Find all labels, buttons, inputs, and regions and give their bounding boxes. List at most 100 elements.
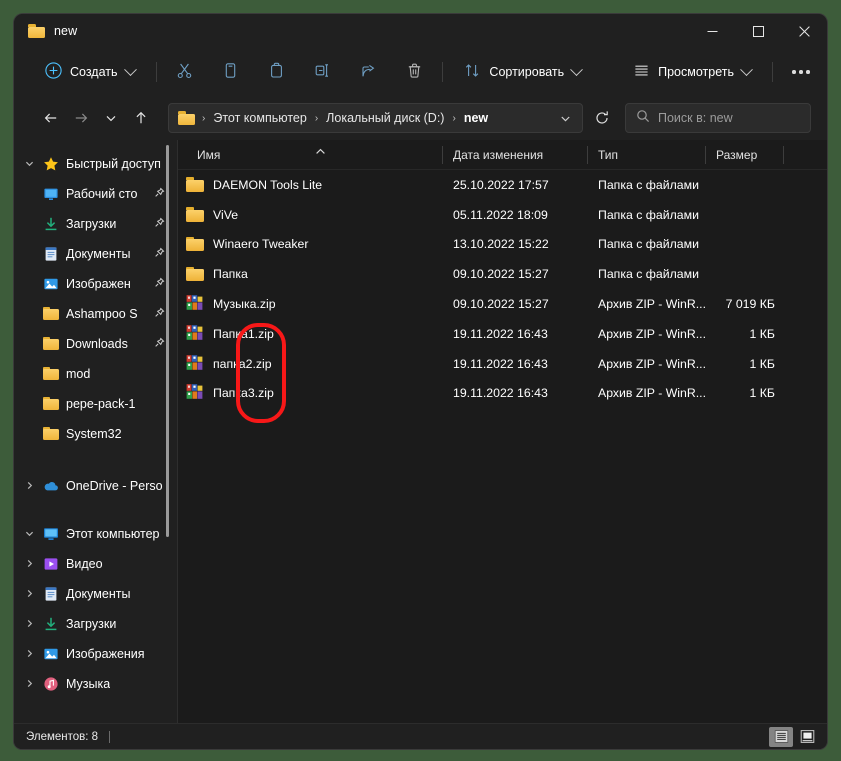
table-row[interactable]: Музыка.zip 09.10.2022 15:27 Архив ZIP - … (178, 289, 827, 319)
file-type: Архив ZIP - WinR... (588, 327, 706, 341)
breadcrumb-item-local-disk-d[interactable]: Локальный диск (D:) (321, 108, 449, 128)
sidebar-item-music[interactable]: Музыка (18, 669, 171, 698)
file-name-cell: Папка1.zip (178, 324, 443, 344)
sidebar-item-downloads-pc[interactable]: Загрузки (18, 609, 171, 638)
chevron-right-icon[interactable] (18, 588, 40, 599)
file-date: 19.11.2022 16:43 (443, 386, 588, 400)
sidebar-item-label: OneDrive - Perso (66, 479, 163, 493)
breadcrumb-dropdown-button[interactable] (552, 106, 578, 130)
sidebar-item-pepe-pack-1[interactable]: pepe-pack-1 (18, 389, 171, 418)
sidebar-item-pictures[interactable]: Изображен (18, 269, 171, 298)
table-row[interactable]: ViVe 05.11.2022 18:09 Папка с файлами (178, 200, 827, 230)
more-options-button[interactable] (785, 56, 817, 88)
pin-icon[interactable] (154, 335, 165, 353)
cut-button[interactable] (169, 56, 201, 88)
maximize-button[interactable] (735, 14, 781, 48)
window-title: new (54, 24, 77, 38)
file-list-pane[interactable]: Имя Дата изменения Тип Размер (178, 140, 827, 723)
chevron-right-icon[interactable] (18, 618, 40, 629)
sidebar-item-documents-pc[interactable]: Документы (18, 579, 171, 608)
table-row[interactable]: папка2.zip 19.11.2022 16:43 Архив ZIP - … (178, 349, 827, 379)
file-name: Музыка.zip (213, 297, 276, 311)
large-icons-view-button[interactable] (795, 727, 819, 747)
breadcrumb-bar[interactable]: › Этот компьютер › Локальный диск (D:) ›… (168, 103, 583, 133)
chevron-right-icon[interactable] (18, 480, 40, 491)
winrar-zip-icon (186, 324, 204, 344)
pin-icon[interactable] (154, 305, 165, 323)
share-button[interactable] (352, 56, 384, 88)
paste-button[interactable] (260, 56, 292, 88)
sidebar-item-ashampoo[interactable]: Ashampoo S (18, 299, 171, 328)
new-button[interactable]: Создать (36, 56, 144, 88)
breadcrumb-item-this-pc[interactable]: Этот компьютер (208, 108, 311, 128)
chevron-right-icon[interactable] (18, 678, 40, 689)
breadcrumb-item-new[interactable]: new (459, 108, 493, 128)
sort-button-label: Сортировать (489, 65, 564, 79)
file-date: 05.11.2022 18:09 (443, 208, 588, 222)
file-size: 1 КБ (706, 357, 784, 371)
search-input[interactable]: Поиск в: new (625, 103, 811, 133)
pin-icon[interactable] (154, 185, 165, 203)
folder-icon (186, 267, 204, 282)
up-button[interactable] (126, 103, 156, 133)
column-header-name[interactable]: Имя (178, 140, 443, 170)
folder-icon (43, 367, 59, 380)
sidebar-item-downloads-folder[interactable]: Downloads (18, 329, 171, 358)
column-header-spacer (784, 140, 827, 170)
table-row[interactable]: Папка3.zip 19.11.2022 16:43 Архив ZIP - … (178, 379, 827, 409)
refresh-button[interactable] (587, 103, 617, 133)
sidebar-item-mod[interactable]: mod (18, 359, 171, 388)
file-type: Папка с файлами (588, 237, 706, 251)
pin-icon[interactable] (154, 215, 165, 233)
sidebar-item-downloads[interactable]: Загрузки (18, 209, 171, 238)
navigation-pane[interactable]: Быстрый доступ Рабочий сто Загрузки (14, 140, 178, 723)
delete-button[interactable] (398, 56, 430, 88)
breadcrumb-separator: › (312, 113, 321, 124)
table-row[interactable]: Winaero Tweaker 13.10.2022 15:22 Папка с… (178, 230, 827, 260)
sidebar-item-label: Загрузки (66, 617, 116, 631)
sidebar-item-label: Видео (66, 557, 103, 571)
table-row[interactable]: Папка1.zip 19.11.2022 16:43 Архив ZIP - … (178, 319, 827, 349)
sidebar-item-desktop[interactable]: Рабочий сто (18, 179, 171, 208)
close-button[interactable] (781, 14, 827, 48)
file-name-cell: Папка (178, 267, 443, 282)
toolbar-separator (442, 62, 443, 82)
star-icon (40, 156, 62, 172)
sidebar-item-quick-access[interactable]: Быстрый доступ (18, 149, 171, 178)
copy-button[interactable] (215, 56, 247, 88)
winrar-zip-icon (186, 354, 204, 374)
sidebar-item-this-pc[interactable]: Этот компьютер (18, 519, 171, 548)
pin-icon[interactable] (154, 275, 165, 293)
view-button[interactable]: Просмотреть (624, 56, 760, 88)
file-date: 25.10.2022 17:57 (443, 178, 588, 192)
file-name-cell: Winaero Tweaker (178, 237, 443, 252)
minimize-button[interactable] (689, 14, 735, 48)
chevron-right-icon[interactable] (18, 558, 40, 569)
sidebar-item-onedrive[interactable]: OneDrive - Perso (18, 471, 171, 500)
sidebar-item-videos[interactable]: Видео (18, 549, 171, 578)
chevron-right-icon[interactable] (18, 648, 40, 659)
back-button[interactable] (36, 103, 66, 133)
sidebar-item-documents[interactable]: Документы (18, 239, 171, 268)
chevron-down-icon[interactable] (18, 528, 40, 539)
sort-button[interactable]: Сортировать (455, 56, 590, 88)
rename-button[interactable] (306, 56, 338, 88)
sidebar-item-pictures-pc[interactable]: Изображения (18, 639, 171, 668)
sidebar-item-system32[interactable]: System32 (18, 419, 171, 448)
onedrive-icon (40, 478, 62, 494)
file-date: 19.11.2022 16:43 (443, 327, 588, 341)
pin-icon[interactable] (154, 245, 165, 263)
details-view-button[interactable] (769, 727, 793, 747)
sidebar-scrollbar[interactable] (166, 145, 169, 537)
table-row[interactable]: Папка 09.10.2022 15:27 Папка с файлами (178, 259, 827, 289)
plus-circle-icon (45, 62, 62, 82)
chevron-down-icon[interactable] (18, 158, 40, 169)
column-header-type[interactable]: Тип (588, 140, 706, 170)
forward-button[interactable] (66, 103, 96, 133)
recent-locations-button[interactable] (96, 103, 126, 133)
search-placeholder: Поиск в: new (658, 111, 733, 125)
window-title-group: new (14, 24, 77, 38)
table-row[interactable]: DAEMON Tools Lite 25.10.2022 17:57 Папка… (178, 170, 827, 200)
column-header-date[interactable]: Дата изменения (443, 140, 588, 170)
column-header-size[interactable]: Размер (706, 140, 784, 170)
